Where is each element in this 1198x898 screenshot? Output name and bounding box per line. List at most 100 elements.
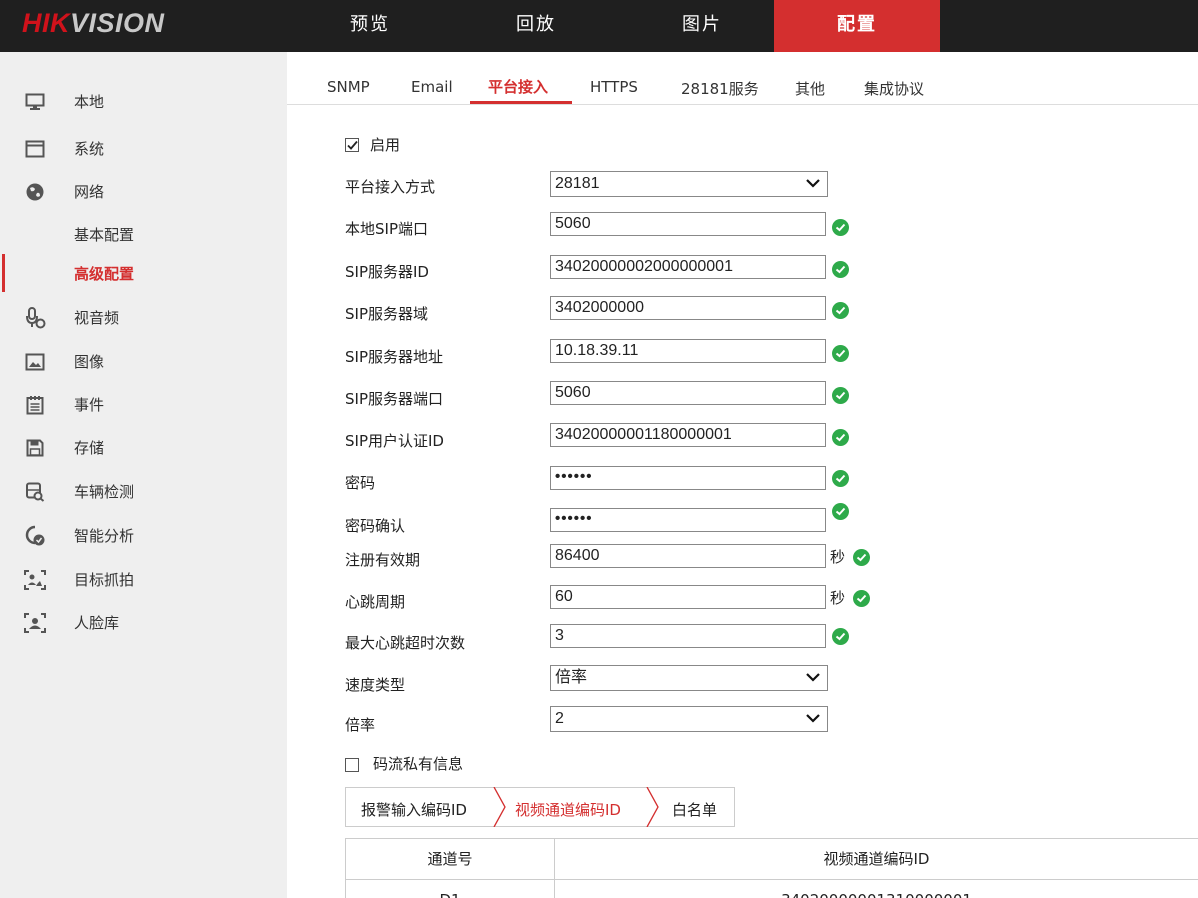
stream-private-info-label: 码流私有信息: [373, 755, 464, 773]
valid-check-icon: [832, 345, 849, 362]
valid-check-icon: [832, 219, 849, 236]
sidebar-item-label: 事件: [74, 396, 105, 414]
rate-select[interactable]: 2: [550, 706, 828, 732]
checkmark-icon: [347, 140, 358, 150]
tab-https[interactable]: HTTPS: [590, 78, 638, 96]
nav-playback[interactable]: 回放: [453, 0, 619, 52]
sidebar-item-label: 基本配置: [74, 226, 135, 244]
tab-integration-protocol[interactable]: 集成协议: [864, 78, 924, 99]
nav-picture[interactable]: 图片: [619, 0, 785, 52]
sidebar-item-label: 目标抓拍: [74, 571, 135, 589]
subtab-whitelist[interactable]: 白名单: [672, 799, 717, 820]
max-heartbeat-timeouts-input[interactable]: 3: [550, 624, 826, 648]
sip-server-port-input[interactable]: 5060: [550, 381, 826, 405]
subtab-alarm-input-id[interactable]: 报警输入编码ID: [361, 799, 467, 820]
sidebar-item-target-capture[interactable]: 目标抓拍: [0, 558, 287, 602]
tab-email[interactable]: Email: [411, 78, 453, 96]
sidebar-item-vehicle-detection[interactable]: 车辆检测: [0, 470, 287, 514]
sidebar-item-label: 车辆检测: [74, 483, 135, 501]
sip-server-id-input[interactable]: 34020000002000000001: [550, 255, 826, 279]
sip-server-id-value: 34020000002000000001: [555, 258, 733, 275]
sip-server-address-input[interactable]: 10.18.39.11: [550, 339, 826, 363]
tab-28181-service[interactable]: 28181服务: [681, 78, 759, 99]
speed-type-label: 速度类型: [345, 676, 406, 694]
valid-check-icon: [832, 261, 849, 278]
password-confirm-input[interactable]: ••••••: [550, 508, 826, 532]
tab-other[interactable]: 其他: [795, 78, 825, 99]
sidebar-item-face-library[interactable]: 人脸库: [0, 601, 287, 645]
analysis-icon: [24, 514, 46, 558]
sidebar-item-video-audio[interactable]: 视音频: [0, 296, 287, 340]
sip-server-domain-input[interactable]: 3402000000: [550, 296, 826, 320]
register-expiry-input[interactable]: 86400: [550, 544, 826, 568]
local-sip-port-input[interactable]: 5060: [550, 212, 826, 236]
vehicle-icon: [24, 470, 46, 514]
max-heartbeat-timeouts-value: 3: [555, 627, 564, 644]
sip-server-address-value: 10.18.39.11: [555, 342, 639, 359]
speed-type-value: 倍率: [555, 669, 588, 686]
sip-user-auth-id-value: 34020000001180000001: [555, 426, 732, 443]
tab-snmp[interactable]: SNMP: [327, 78, 370, 96]
valid-check-icon: [832, 302, 849, 319]
speed-type-select[interactable]: 倍率: [550, 665, 828, 691]
sidebar-item-image[interactable]: 图像: [0, 340, 287, 384]
password-confirm-label: 密码确认: [345, 517, 406, 535]
valid-check-icon: [853, 590, 870, 607]
subtab-video-channel-id[interactable]: 视频通道编码ID: [515, 799, 621, 820]
sidebar-item-system[interactable]: 系统: [0, 127, 287, 171]
face-icon: [24, 601, 46, 645]
password-confirm-value: ••••••: [555, 510, 593, 527]
valid-check-icon: [832, 628, 849, 645]
window-icon: [24, 127, 46, 171]
sidebar: 本地 系统 网络 基本配置 高级配置 视音频 图像 事件 存储 车辆检测 智能分…: [0, 52, 287, 898]
sidebar-item-basic-config[interactable]: 基本配置: [0, 213, 287, 257]
sidebar-item-label: 系统: [74, 140, 105, 158]
sip-server-domain-value: 3402000000: [555, 299, 644, 316]
sidebar-item-event[interactable]: 事件: [0, 383, 287, 427]
nav-config[interactable]: 配置: [774, 0, 940, 52]
seconds-unit-label: 秒: [830, 589, 846, 607]
sip-server-id-label: SIP服务器ID: [345, 263, 429, 281]
subtab-separator-icon: [646, 787, 659, 827]
logo-part-hik: HIK: [22, 8, 70, 38]
enable-checkbox[interactable]: [345, 138, 359, 152]
sidebar-item-local[interactable]: 本地: [0, 80, 287, 124]
sidebar-item-advanced-config[interactable]: 高级配置: [0, 252, 287, 296]
sidebar-item-smart-analysis[interactable]: 智能分析: [0, 514, 287, 558]
local-sip-port-label: 本地SIP端口: [345, 220, 428, 238]
monitor-icon: [24, 80, 46, 124]
chevron-down-icon: [806, 673, 820, 682]
valid-check-icon: [832, 387, 849, 404]
image-icon: [24, 340, 46, 384]
config-tabs: SNMP Email 平台接入 HTTPS 28181服务 其他 集成协议: [287, 52, 1198, 105]
top-navigation-bar: HIKVISION 预览 回放 图片 配置: [0, 0, 1198, 52]
table-cell-video-channel-id[interactable]: 34020000001310000001: [555, 880, 1198, 898]
valid-check-icon: [853, 549, 870, 566]
enable-label: 启用: [370, 136, 401, 154]
heartbeat-period-value: 60: [555, 588, 573, 605]
sidebar-item-label: 视音频: [74, 309, 120, 327]
nav-preview[interactable]: 预览: [287, 0, 453, 52]
hikvision-logo: HIKVISION: [22, 8, 165, 39]
register-expiry-value: 86400: [555, 547, 600, 564]
password-label: 密码: [345, 474, 376, 492]
sidebar-item-network[interactable]: 网络: [0, 170, 287, 214]
nav-config-label: 配置: [837, 14, 877, 35]
nav-playback-label: 回放: [516, 14, 556, 35]
heartbeat-period-input[interactable]: 60: [550, 585, 826, 609]
valid-check-icon: [832, 429, 849, 446]
max-heartbeat-timeouts-label: 最大心跳超时次数: [345, 634, 466, 652]
sidebar-item-storage[interactable]: 存储: [0, 426, 287, 470]
sidebar-item-label: 存储: [74, 439, 105, 457]
access-mode-select[interactable]: 28181: [550, 171, 828, 197]
rate-value: 2: [555, 710, 564, 727]
tab-platform-access[interactable]: 平台接入: [488, 76, 548, 97]
sidebar-item-label: 高级配置: [74, 265, 135, 283]
sip-user-auth-id-input[interactable]: 34020000001180000001: [550, 423, 826, 447]
table-header-video-channel-id: 视频通道编码ID: [555, 839, 1198, 880]
channel-id-table: 通道号 视频通道编码ID D1 34020000001310000001: [345, 838, 1198, 898]
chevron-down-icon: [806, 179, 820, 188]
password-value: ••••••: [555, 468, 593, 485]
stream-private-info-checkbox[interactable]: [345, 758, 359, 772]
password-input[interactable]: ••••••: [550, 466, 826, 490]
